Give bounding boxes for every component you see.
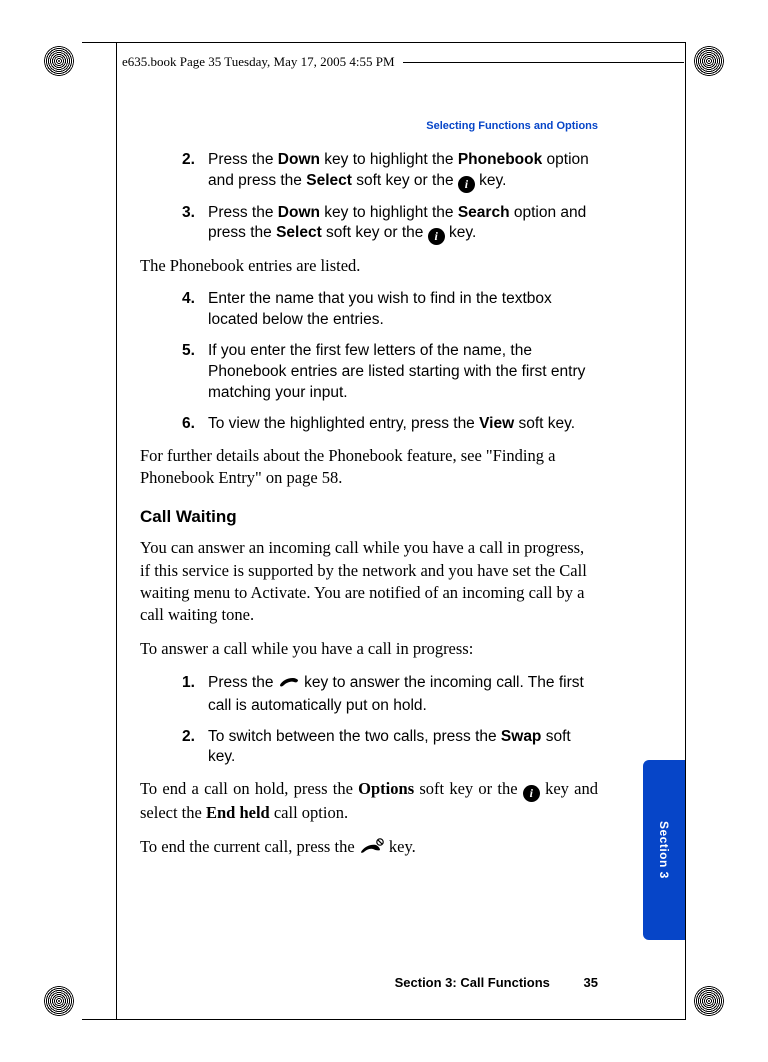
page-content: Selecting Functions and Options 2. Press… [140,120,598,875]
text: Press the [208,151,278,168]
softkey-name: Options [358,779,414,798]
softkey-name: Swap [501,728,541,745]
text: To view the highlighted entry, press the [208,415,479,432]
text: key. [385,837,416,856]
body-paragraph: For further details about the Phonebook … [140,445,598,490]
info-key-icon: i [523,785,540,802]
key-name: Down [278,204,320,221]
text: To switch between the two calls, press t… [208,728,501,745]
call-key-icon [278,675,300,696]
option-name: Search [458,204,510,221]
footer-page-number: 35 [584,975,598,990]
list-item: 6. To view the highlighted entry, press … [182,414,598,435]
text: soft key. [514,415,575,432]
text: soft key or the [322,224,428,241]
text: soft key or the [352,172,458,189]
key-name: Down [278,151,320,168]
text: key to highlight the [320,204,458,221]
crop-mark-top [82,42,686,43]
section-tab: Section 3 [643,760,685,940]
list-item: 3. Press the Down key to highlight the S… [182,203,598,246]
info-key-icon: i [428,228,445,245]
registration-mark-icon [694,46,724,76]
step-number: 5. [182,341,208,404]
softkey-name: View [479,415,514,432]
registration-mark-icon [44,46,74,76]
text: key. [475,172,507,189]
body-paragraph: You can answer an incoming call while yo… [140,537,598,626]
section-tab-label: Section 3 [657,821,671,879]
list-item: 2. To switch between the two calls, pres… [182,727,598,769]
text: call option. [270,803,348,822]
step-text: Press the key to answer the incoming cal… [208,673,598,717]
info-key-icon: i [458,176,475,193]
body-paragraph: The Phonebook entries are listed. [140,255,598,277]
body-paragraph: To end the current call, press the key. [140,836,598,862]
subheading: Call Waiting [140,507,598,527]
registration-mark-icon [44,986,74,1016]
list-item: 5. If you enter the first few letters of… [182,341,598,404]
step-number: 4. [182,289,208,331]
softkey-name: Select [276,224,322,241]
header-running-text: e635.book Page 35 Tuesday, May 17, 2005 … [118,54,399,70]
footer-title: Section 3: Call Functions [395,975,550,990]
step-text: To view the highlighted entry, press the… [208,414,598,435]
registration-mark-icon [694,986,724,1016]
step-number: 6. [182,414,208,435]
step-number: 2. [182,727,208,769]
step-number: 1. [182,673,208,717]
crop-mark-left [116,42,117,1020]
text: key to highlight the [320,151,458,168]
text: Press the [208,204,278,221]
list-item: 4. Enter the name that you wish to find … [182,289,598,331]
list-item: 1. Press the key to answer the incoming … [182,673,598,717]
step-number: 3. [182,203,208,246]
page-footer: Section 3: Call Functions 35 [140,975,598,990]
list-item: 2. Press the Down key to highlight the P… [182,150,598,193]
step-text: Press the Down key to highlight the Sear… [208,203,598,246]
step-number: 2. [182,150,208,193]
page-header: e635.book Page 35 Tuesday, May 17, 2005 … [118,44,684,80]
step-text: Enter the name that you wish to find in … [208,289,598,331]
section-label: Selecting Functions and Options [140,120,598,132]
header-rule [403,62,684,63]
text: To end a call on hold, press the [140,779,358,798]
step-text: To switch between the two calls, press t… [208,727,598,769]
body-paragraph: To end a call on hold, press the Options… [140,778,598,824]
text: Press the [208,674,278,691]
end-key-icon [359,838,385,862]
crop-mark-right [685,42,686,1020]
option-name: Phonebook [458,151,542,168]
text: soft key or the [414,779,523,798]
text: To end the current call, press the [140,837,359,856]
text: key. [445,224,477,241]
option-name: End held [206,803,270,822]
step-text: If you enter the first few letters of th… [208,341,598,404]
step-text: Press the Down key to highlight the Phon… [208,150,598,193]
body-paragraph: To answer a call while you have a call i… [140,638,598,660]
crop-mark-bottom [82,1019,686,1020]
softkey-name: Select [306,172,352,189]
